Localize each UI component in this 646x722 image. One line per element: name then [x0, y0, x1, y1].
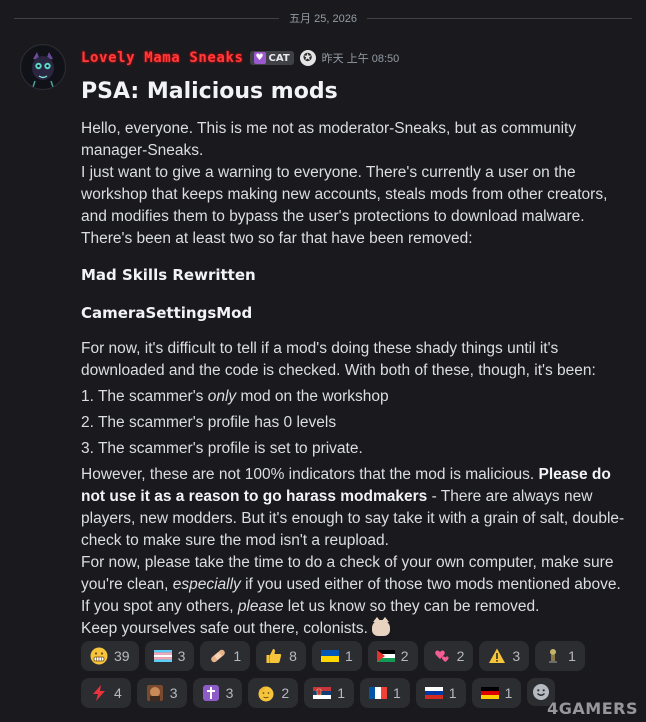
intro-paragraph-1: Hello, everyone. This is me not as moder…: [81, 120, 577, 159]
server-tag-label: CAT: [268, 52, 290, 64]
avatar-icon: [22, 46, 64, 88]
reaction-grimacing[interactable]: 39: [81, 641, 139, 671]
thumbs-up-emoji-icon: [266, 649, 282, 663]
reaction-count: 4: [114, 685, 122, 701]
reaction-count: 3: [512, 648, 521, 664]
reactions-row-1: 39 3 1 8 1 2 2 3 1: [81, 641, 641, 671]
reaction-count: 8: [289, 648, 297, 664]
cat-emoji-icon: [372, 617, 391, 636]
warning-emoji-icon: [489, 648, 506, 663]
date-divider: 五月 25, 2026: [14, 10, 632, 26]
report-paragraph: If you spot any others, please let us kn…: [81, 598, 540, 615]
mod-name-1: Mad Skills Rewritten: [81, 266, 256, 284]
reaction-count: 1: [344, 648, 353, 664]
explanation-paragraph: For now, it's difficult to tell if a mod…: [81, 340, 596, 379]
reaction-count: 3: [225, 685, 234, 701]
reaction-bandage[interactable]: 1: [200, 641, 251, 671]
emphasis-please: please: [237, 598, 284, 615]
latin-cross-emoji-icon: [202, 685, 219, 701]
reaction-germany-flag[interactable]: 1: [471, 678, 522, 708]
username[interactable]: Lovely Mama Sneaks: [81, 50, 244, 66]
reaction-count: 1: [568, 648, 576, 664]
bandage-emoji-icon: [211, 649, 226, 663]
reaction-custom-figure[interactable]: 1: [535, 641, 585, 671]
reaction-lightning[interactable]: 4: [81, 678, 131, 708]
message-title: PSA: Malicious mods: [81, 79, 338, 104]
mod-name-2: CameraSettingsMod: [81, 304, 253, 322]
user-avatar[interactable]: [20, 44, 66, 90]
check-paragraph: For now, please take the time to do a ch…: [81, 554, 621, 593]
ukraine-flag-emoji-icon: [320, 650, 339, 662]
reaction-ukraine-flag[interactable]: 1: [311, 641, 362, 671]
reaction-count: 2: [456, 648, 465, 664]
france-flag-emoji-icon: [368, 687, 387, 699]
serbia-flag-emoji-icon: [313, 687, 332, 699]
custom-figure-emoji-icon: [549, 649, 558, 663]
reaction-count: 1: [392, 685, 401, 701]
palestine-flag-emoji-icon: [376, 650, 395, 662]
intro-paragraph-2: I just want to give a warning to everyon…: [81, 164, 608, 247]
reaction-count: 39: [114, 648, 130, 664]
cat-icon: ♥: [253, 52, 266, 64]
watermark: 4GAMERS: [547, 699, 638, 718]
closing-line: Keep yourselves safe out there, colonist…: [81, 617, 633, 640]
server-tag[interactable]: ♥ CAT: [249, 51, 294, 65]
reaction-thumbs-up[interactable]: 8: [256, 641, 306, 671]
list-item-1: 1. The scammer's only mod on the worksho…: [81, 388, 389, 405]
divider-line-right: [366, 17, 632, 19]
reaction-warning[interactable]: 3: [479, 641, 530, 671]
message-content: PSA: Malicious mods Hello, everyone. Thi…: [81, 76, 633, 640]
reaction-russia-flag[interactable]: 1: [415, 678, 466, 708]
reaction-count: 3: [169, 685, 178, 701]
message-header: Lovely Mama Sneaks ♥ CAT ✪ 昨天 上午 08:50: [81, 48, 399, 68]
reaction-palestine-flag[interactable]: 2: [367, 641, 418, 671]
russia-flag-emoji-icon: [424, 687, 443, 699]
reaction-latin-cross[interactable]: 3: [192, 678, 243, 708]
reaction-saluting-face[interactable]: 2: [248, 678, 299, 708]
reaction-count: 1: [448, 685, 457, 701]
custom-face-emoji-icon: [146, 685, 163, 701]
reaction-two-hearts[interactable]: 2: [423, 641, 474, 671]
reaction-count: 1: [504, 685, 513, 701]
divider-line-left: [14, 17, 280, 19]
transgender-flag-emoji-icon: [153, 650, 172, 662]
message-timestamp[interactable]: 昨天 上午 08:50: [322, 50, 400, 66]
reaction-custom-face[interactable]: 3: [136, 678, 187, 708]
list-item-2: 2. The scammer's profile has 0 levels: [81, 414, 337, 431]
two-hearts-emoji-icon: [434, 650, 449, 662]
reaction-count: 1: [337, 685, 345, 701]
warning-paragraph: However, these are not 100% indicators t…: [81, 466, 625, 549]
reaction-count: 2: [281, 685, 290, 701]
lightning-emoji-icon: [93, 685, 105, 701]
reaction-serbia-flag[interactable]: 1: [304, 678, 354, 708]
emphasis-especially: especially: [172, 576, 241, 593]
divider-date: 五月 25, 2026: [289, 13, 357, 25]
reaction-transgender-flag[interactable]: 3: [144, 641, 195, 671]
reaction-count: 1: [233, 648, 242, 664]
reaction-count: 2: [400, 648, 409, 664]
emphasis-only: only: [207, 388, 237, 405]
saluting-face-emoji-icon: [258, 686, 274, 702]
role-badge-icon[interactable]: ✪: [299, 50, 316, 66]
reaction-france-flag[interactable]: 1: [359, 678, 410, 708]
germany-flag-emoji-icon: [480, 687, 499, 699]
grimacing-face-emoji-icon: [90, 647, 108, 665]
reaction-count: 3: [177, 648, 186, 664]
list-item-3: 3. The scammer's profile is set to priva…: [81, 440, 363, 457]
